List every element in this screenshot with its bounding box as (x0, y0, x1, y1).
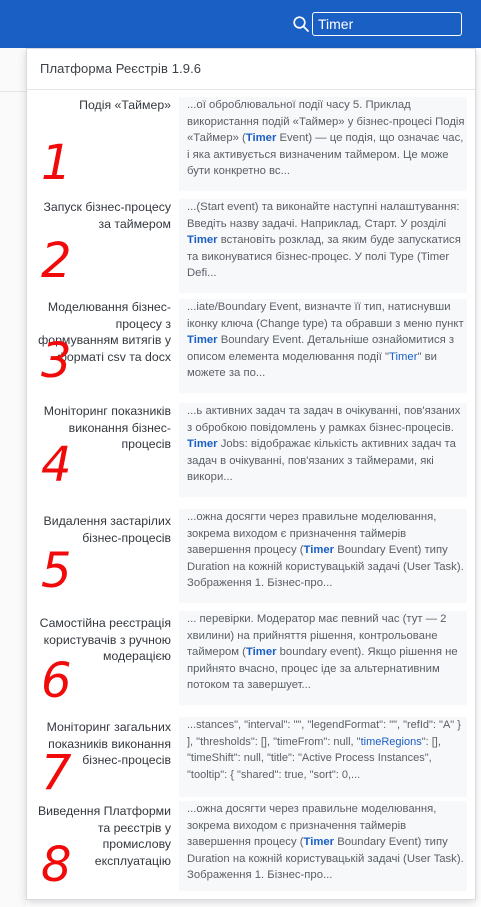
result-snippet: ...ожна досягти через правильне моделюва… (187, 511, 464, 589)
top-bar (0, 0, 481, 48)
annotation-number: 8 (41, 837, 72, 893)
search-result[interactable]: Подія «Таймер» ...ої оброблювальної поді… (37, 97, 467, 191)
annotation-number: 4 (41, 437, 72, 493)
backdrop-divider (0, 91, 26, 92)
result-snippet: ...ожна досягти через правильне моделюва… (187, 803, 464, 881)
result-snippet: ...ь активних задач та задач в очікуванн… (187, 405, 461, 483)
search-result[interactable]: Запуск бізнес-процесу за таймером ...(St… (37, 199, 467, 293)
result-snippet: ...stances", "interval": "", "legendForm… (187, 719, 461, 781)
search-result[interactable]: Видалення застарілих бізнес-процесів ...… (37, 509, 467, 603)
search-result[interactable]: Моніторинг загальних показників виконанн… (37, 717, 467, 801)
search-results-dropdown: Платформа Реєстрів 1.9.6 Подія «Таймер» … (26, 48, 476, 900)
search-result[interactable]: Самостійна реєстрація користувачів з руч… (37, 611, 467, 709)
result-snippet: ... перевірки. Модератор має певний час … (187, 613, 458, 691)
result-snippet: ...ої оброблювальної події часу 5. Прикл… (187, 99, 465, 177)
space-title: Платформа Реєстрів 1.9.6 (40, 61, 202, 76)
annotation-number: 3 (41, 333, 72, 389)
annotation-number: 6 (41, 653, 72, 709)
annotation-number: 2 (41, 233, 72, 289)
result-title[interactable]: Запуск бізнес-процесу за таймером (37, 199, 171, 232)
dropdown-header: Платформа Реєстрів 1.9.6 (27, 49, 475, 90)
result-title[interactable]: Подія «Таймер» (37, 97, 171, 114)
search-result[interactable]: Моделювання бізнес-процесу з формуванням… (37, 299, 467, 393)
annotation-number: 1 (41, 135, 72, 191)
search-input[interactable] (312, 12, 462, 36)
annotation-number: 5 (41, 543, 72, 599)
search-result[interactable]: Моніторинг показників виконання бізнес-п… (37, 403, 467, 497)
result-snippet: ...iate/Boundary Event, визначте її тип,… (187, 301, 464, 379)
search-result[interactable]: Виведення Платформи та реєстрів у промис… (37, 801, 467, 893)
result-snippet: ...(Start event) та виконайте наступні н… (187, 201, 461, 279)
search-icon[interactable] (292, 15, 310, 33)
annotation-number: 7 (41, 745, 72, 801)
page-backdrop (0, 48, 26, 907)
result-title[interactable]: Видалення застарілих бізнес-процесів (37, 513, 171, 546)
